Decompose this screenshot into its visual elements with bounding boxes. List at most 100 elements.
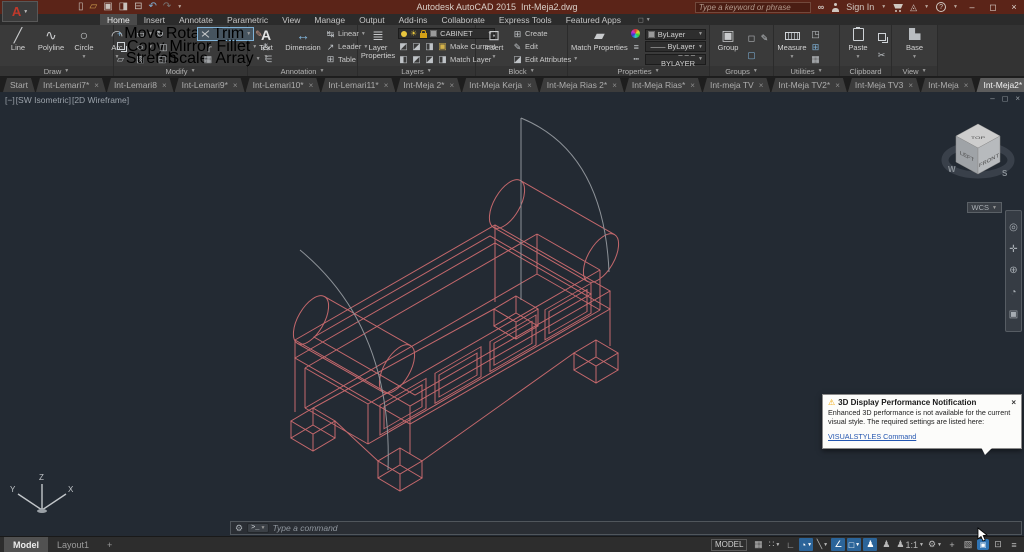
- orbit-icon[interactable]: ◔: [1010, 287, 1016, 298]
- minimize-button[interactable]: –: [965, 2, 979, 12]
- close-tab-icon[interactable]: ×: [835, 81, 840, 90]
- file-tab[interactable]: Int-Lemari8 ×: [107, 78, 174, 92]
- object-snap-tracking-toggle[interactable]: ∠: [831, 538, 846, 551]
- ribbon-tab-insert[interactable]: Insert: [137, 14, 172, 25]
- application-menu-button[interactable]: A ▼: [2, 1, 38, 22]
- file-tab[interactable]: Int-Lemari11* ×: [321, 78, 395, 92]
- close-tab-icon[interactable]: ×: [964, 81, 969, 90]
- isometric-drafting-toggle[interactable]: ╲ ▼: [815, 538, 829, 551]
- save-icon[interactable]: ▣: [103, 2, 112, 12]
- close-tab-icon[interactable]: ×: [233, 81, 238, 90]
- doc-restore-icon[interactable]: ◻: [1002, 94, 1009, 103]
- zoom-icon[interactable]: ⊕: [1009, 265, 1017, 276]
- ribbon-tab-annotate[interactable]: Annotate: [172, 14, 220, 25]
- close-tab-icon[interactable]: ×: [908, 81, 913, 90]
- file-tab[interactable]: Int-Meja 2* ×: [396, 78, 461, 92]
- view-panel-label[interactable]: View ▼: [892, 66, 937, 76]
- match-properties-button[interactable]: ▰ Match Properties: [571, 27, 628, 66]
- polar-tracking-toggle[interactable]: ◔ ▼: [799, 538, 814, 551]
- redo-icon[interactable]: ↷: [163, 2, 171, 12]
- polyline-button[interactable]: ∿ Polyline: [36, 27, 66, 66]
- help-dropdown-icon[interactable]: ▼: [953, 4, 958, 10]
- draw-panel-label[interactable]: Draw ▼: [0, 66, 113, 76]
- clean-screen-button[interactable]: ⊡: [991, 538, 1005, 551]
- ortho-mode-toggle[interactable]: ∟: [783, 538, 797, 551]
- paste-button[interactable]: Paste ▼: [843, 27, 873, 66]
- ribbon-tab-view[interactable]: View: [275, 14, 307, 25]
- group-selection-icon[interactable]: ▢: [746, 50, 757, 60]
- properties-panel-label[interactable]: Properties ▼: [568, 66, 709, 76]
- viewport-menu-control[interactable]: [−]: [5, 95, 15, 105]
- graphics-performance-button[interactable]: ▧: [961, 538, 975, 551]
- close-tab-icon[interactable]: ×: [527, 81, 532, 90]
- view-control[interactable]: [SW Isometric]: [16, 95, 71, 105]
- object-snap-toggle[interactable]: □ ▼: [847, 538, 862, 551]
- file-tab-active[interactable]: Int-Meja2*×: [976, 78, 1024, 92]
- ribbon-tab-home[interactable]: Home: [100, 14, 137, 25]
- dimension-button[interactable]: ↔ Dimension: [284, 27, 322, 66]
- open-folder-icon[interactable]: ▱: [90, 2, 98, 12]
- close-tab-icon[interactable]: ×: [162, 81, 167, 90]
- line-button[interactable]: ╱ Line: [3, 27, 33, 66]
- command-line[interactable]: ⚙ >_ ▼ Type a command: [230, 521, 1022, 535]
- restore-button[interactable]: ◻: [986, 2, 1000, 13]
- recent-commands-button[interactable]: >_ ▼: [247, 523, 269, 533]
- doc-close-icon[interactable]: ×: [1015, 94, 1020, 103]
- modify-panel-label[interactable]: Modify ▼: [114, 66, 247, 76]
- command-input[interactable]: Type a command: [273, 523, 338, 533]
- circle-button[interactable]: ○ Circle ▼: [69, 27, 99, 66]
- groups-panel-label[interactable]: Groups ▼: [710, 66, 773, 76]
- close-tab-icon[interactable]: ×: [384, 81, 389, 90]
- ungroup-icon[interactable]: ◻: [746, 33, 757, 43]
- file-tab[interactable]: Int-Meja TV2* ×: [771, 78, 846, 92]
- copy-clip-icon[interactable]: [876, 33, 887, 43]
- visual-style-control[interactable]: [2D Wireframe]: [72, 95, 129, 105]
- customization-plus-button[interactable]: +: [945, 538, 959, 551]
- command-customize-icon[interactable]: ⚙: [235, 523, 243, 534]
- notification-close-icon[interactable]: ×: [1011, 398, 1016, 407]
- block-panel-label[interactable]: Block ▼: [476, 66, 567, 76]
- layout1-tab[interactable]: Layout1: [48, 537, 98, 552]
- object-color-dropdown[interactable]: ByLayer ▼: [644, 28, 706, 40]
- visualstyles-command-link[interactable]: VISUALSTYLES Command: [828, 432, 916, 441]
- file-tab[interactable]: Int-Meja Kerja ×: [462, 78, 539, 92]
- file-tab[interactable]: Int-meja TV ×: [703, 78, 770, 92]
- close-tab-icon[interactable]: ×: [612, 81, 617, 90]
- insert-block-button[interactable]: ⊡ Insert ▼: [479, 27, 509, 66]
- close-tab-icon[interactable]: ×: [690, 81, 695, 90]
- search-binoculars-icon[interactable]: ∞: [818, 2, 824, 12]
- ribbon-tab-parametric[interactable]: Parametric: [220, 14, 275, 25]
- viewcube[interactable]: W S TOP LEFT FRONT: [940, 108, 1016, 208]
- file-tab[interactable]: Int-Meja Rias* ×: [625, 78, 702, 92]
- compass-south-label[interactable]: S: [1002, 169, 1008, 178]
- new-layout-button[interactable]: +: [98, 537, 121, 552]
- quick-calc-icon[interactable]: ⊞: [810, 42, 821, 52]
- save-as-icon[interactable]: ◨: [119, 2, 128, 12]
- grid-display-toggle[interactable]: ▦: [751, 538, 765, 551]
- model-space-indicator[interactable]: MODEL: [710, 538, 748, 551]
- undo-icon[interactable]: ↶: [149, 2, 157, 12]
- text-button[interactable]: A Text ▼: [251, 27, 281, 66]
- ribbon-tab-featured-apps[interactable]: Featured Apps: [559, 14, 628, 25]
- ribbon-minimize-button[interactable]: ◻ ▼: [638, 14, 651, 25]
- drawing-canvas[interactable]: [−] [SW Isometric] [2D Wireframe] – ◻ ×: [0, 92, 1024, 536]
- model-tab[interactable]: Model: [4, 537, 48, 552]
- autoscale-toggle[interactable]: ♟: [879, 538, 893, 551]
- sign-in-dropdown-icon[interactable]: ▼: [881, 4, 886, 10]
- snap-mode-toggle[interactable]: ∷ ▼: [767, 538, 781, 551]
- new-file-icon[interactable]: ▯: [78, 2, 84, 12]
- layer-properties-button[interactable]: ≣ Layer Properties: [361, 27, 395, 66]
- base-view-button[interactable]: Base ▼: [900, 27, 930, 66]
- ribbon-tab-manage[interactable]: Manage: [307, 14, 352, 25]
- annotation-scale-button[interactable]: ♟ 1:1 ▼: [895, 538, 925, 551]
- compass-west-label[interactable]: W: [948, 165, 956, 174]
- search-input[interactable]: Type a keyword or phrase: [694, 1, 811, 13]
- file-tab-start[interactable]: Start: [3, 78, 35, 92]
- autodesk360-icon[interactable]: ◬: [910, 2, 917, 13]
- showmotion-icon[interactable]: ▣: [1009, 309, 1018, 320]
- file-tab[interactable]: Int-Meja Rias 2* ×: [540, 78, 624, 92]
- file-tab[interactable]: Int-Lemari7* ×: [36, 78, 106, 92]
- group-edit-icon[interactable]: ✎: [759, 33, 770, 43]
- utilities-panel-label[interactable]: Utilities ▼: [774, 66, 839, 76]
- customize-menu-button[interactable]: ≡: [1007, 538, 1021, 551]
